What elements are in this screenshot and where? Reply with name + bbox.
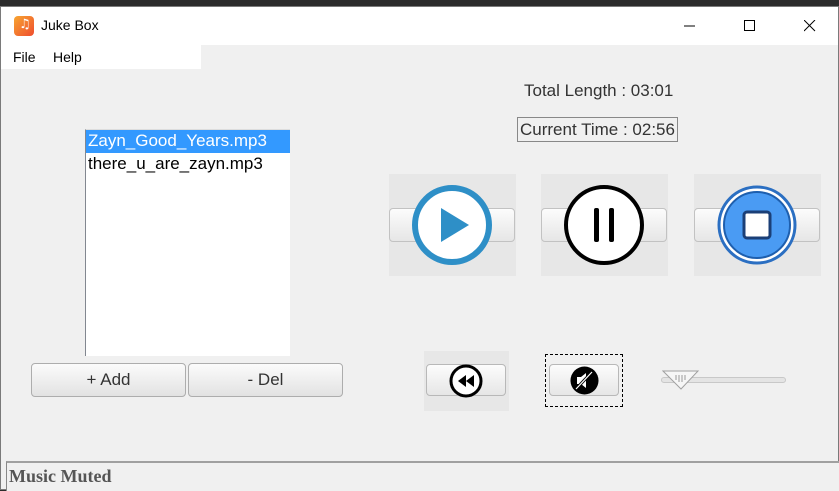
volume-thumb[interactable]: [662, 369, 700, 391]
window-title: Juke Box: [41, 17, 99, 33]
playlist-item[interactable]: there_u_are_zayn.mp3: [86, 153, 290, 176]
app-music-icon: ♫: [14, 16, 34, 36]
pause-button[interactable]: [541, 174, 668, 276]
title-bar: ♫ Juke Box: [1, 7, 838, 45]
status-text: Music Muted: [9, 466, 112, 486]
menu-help[interactable]: Help: [53, 49, 82, 65]
maximize-button[interactable]: [727, 7, 773, 45]
minimize-button[interactable]: [667, 7, 713, 45]
minimize-icon: [684, 25, 695, 27]
playlist-item[interactable]: Zayn_Good_Years.mp3: [86, 130, 290, 153]
rewind-icon: [449, 364, 483, 398]
menu-bar: File Help: [1, 45, 201, 69]
stop-icon: [717, 185, 797, 265]
app-window: ♫ Juke Box File Help Total Length : 03:0…: [0, 6, 839, 491]
play-button[interactable]: [389, 174, 516, 276]
pause-icon: [564, 185, 644, 265]
close-icon: [804, 20, 816, 32]
close-button[interactable]: [787, 7, 833, 45]
play-icon: [412, 185, 492, 265]
menu-file[interactable]: File: [13, 49, 36, 65]
maximize-icon: [744, 20, 755, 31]
total-length-label: Total Length : 03:01: [524, 81, 674, 100]
rewind-button[interactable]: [424, 351, 509, 411]
add-button[interactable]: + Add: [31, 363, 186, 397]
volume-slider[interactable]: [661, 367, 789, 393]
mute-button[interactable]: [545, 354, 623, 407]
status-bar: Music Muted: [6, 461, 839, 491]
stop-button[interactable]: [694, 174, 821, 276]
current-time-label: Current Time : 02:56: [517, 117, 678, 142]
playlist[interactable]: Zayn_Good_Years.mp3 there_u_are_zayn.mp3: [85, 129, 290, 356]
mute-icon: [570, 366, 599, 395]
delete-button[interactable]: - Del: [188, 363, 343, 397]
